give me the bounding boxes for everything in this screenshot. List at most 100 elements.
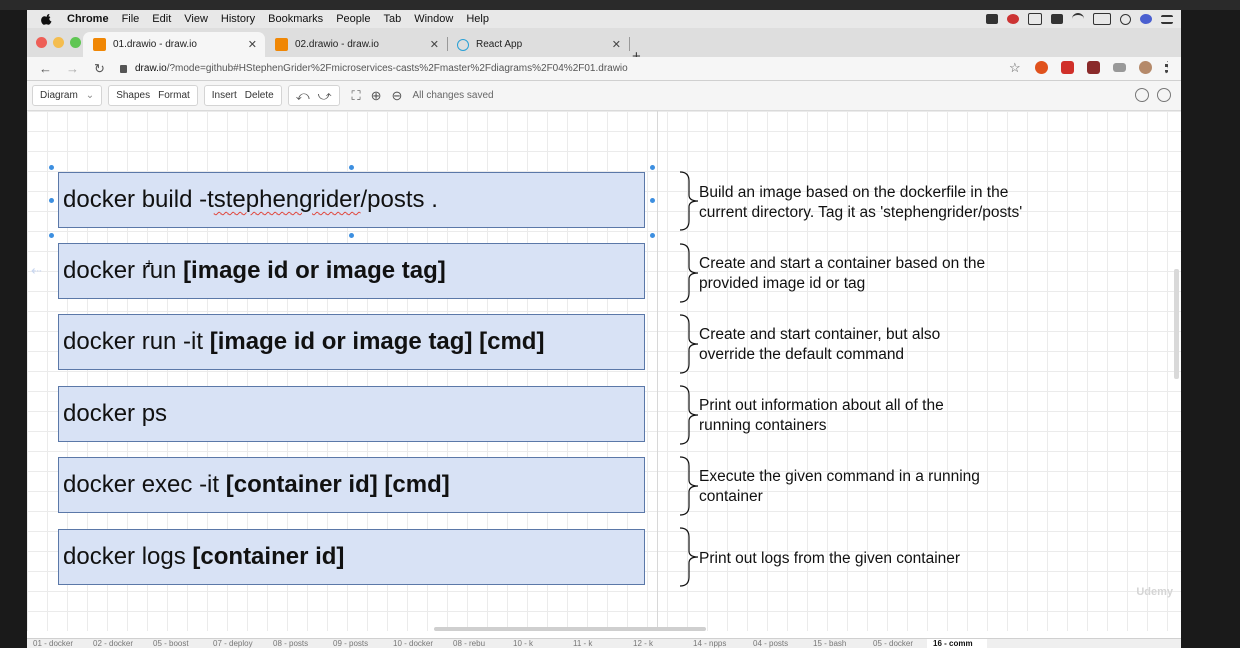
page-tab[interactable]: 01 - docker (27, 639, 87, 648)
tab-react-app[interactable]: React App ✕ (447, 32, 630, 57)
vertical-scrollbar[interactable] (1174, 269, 1179, 379)
command-box-6[interactable]: docker logs [container id] (58, 529, 645, 585)
menu-bookmarks[interactable]: Bookmarks (268, 13, 323, 25)
fullscreen-icon[interactable]: ⛶ (352, 88, 361, 104)
menu-view[interactable]: View (184, 13, 208, 25)
command-box-4[interactable]: docker ps (58, 386, 645, 442)
menu-window[interactable]: Window (414, 13, 453, 25)
tray-icon[interactable] (1007, 14, 1019, 24)
siri-icon[interactable] (1140, 14, 1152, 24)
extension-icon[interactable] (1035, 61, 1048, 74)
page-tab[interactable]: 05 - boost (147, 639, 207, 648)
connect-arrow-icon[interactable]: ⇠ (31, 263, 42, 279)
shapes-button[interactable]: Shapes (116, 90, 150, 101)
menu-help[interactable]: Help (466, 13, 489, 25)
description-6[interactable]: Print out logs from the given container (699, 549, 960, 569)
notification-list-icon[interactable] (1161, 14, 1173, 24)
menu-history[interactable]: History (221, 13, 255, 25)
extension-icon[interactable] (1087, 61, 1100, 74)
wifi-icon[interactable] (1072, 13, 1084, 25)
description-5[interactable]: Execute the given command in a running c… (699, 467, 980, 507)
delete-button[interactable]: Delete (245, 90, 274, 101)
description-line: override the default command (699, 346, 905, 363)
command-box-1[interactable]: docker build -t stephengrider/posts . (58, 172, 645, 228)
close-tab-icon[interactable]: ✕ (612, 38, 621, 51)
user-icon[interactable] (1135, 88, 1149, 102)
description-2[interactable]: Create and start a container based on th… (699, 254, 985, 294)
page-tab[interactable]: 14 - npps (687, 639, 747, 648)
resize-handle[interactable] (650, 198, 655, 203)
resize-handle[interactable] (349, 165, 354, 170)
resize-handle[interactable] (49, 165, 54, 170)
command-text: docker run (63, 257, 184, 284)
page-tab-active[interactable]: 16 - comm (927, 639, 987, 648)
menu-file[interactable]: File (122, 13, 140, 25)
apple-icon[interactable] (41, 13, 53, 25)
close-tab-icon[interactable]: ✕ (430, 38, 439, 51)
tab-02-drawio[interactable]: 02.drawio - draw.io ✕ (265, 32, 448, 57)
undo-icon[interactable]: ⤺ (296, 88, 310, 104)
menu-tab[interactable]: Tab (383, 13, 401, 25)
more-menu-icon[interactable] (1165, 61, 1171, 74)
bookmark-star-icon[interactable]: ☆ (1009, 61, 1022, 74)
reload-icon[interactable]: ↻ (91, 61, 108, 77)
save-status: All changes saved (412, 90, 494, 101)
status-tray (986, 10, 1173, 28)
extension-icon[interactable] (1061, 61, 1074, 74)
insert-button[interactable]: Insert (212, 90, 237, 101)
horizontal-scrollbar[interactable] (434, 627, 706, 631)
description-1[interactable]: Build an image based on the dockerfile i… (699, 183, 1022, 223)
zoom-out-icon[interactable]: ⊖ (392, 88, 403, 104)
globe-icon[interactable] (1157, 88, 1171, 102)
glasses-icon[interactable] (1028, 13, 1042, 25)
command-box-3[interactable]: docker run -it [image id or image tag] [… (58, 314, 645, 370)
page-tab[interactable]: 09 - posts (327, 639, 387, 648)
reader-icon[interactable] (1113, 63, 1126, 72)
diagram-canvas[interactable]: docker build -t stephengrider/posts . do… (27, 111, 1181, 631)
zoom-in-icon[interactable]: ⊕ (371, 88, 382, 104)
resize-handle[interactable] (650, 165, 655, 170)
resize-handle[interactable] (349, 233, 354, 238)
page-tab[interactable]: 08 - posts (267, 639, 327, 648)
page-tab[interactable]: 15 - bash (807, 639, 867, 648)
page-tab[interactable]: 12 - k (627, 639, 687, 648)
command-box-5[interactable]: docker exec -it [container id] [cmd] (58, 457, 645, 513)
description-3[interactable]: Create and start container, but also ove… (699, 325, 940, 365)
menu-people[interactable]: People (336, 13, 370, 25)
resize-handle[interactable] (650, 233, 655, 238)
close-tab-icon[interactable]: ✕ (248, 38, 257, 51)
battery-icon[interactable] (1093, 13, 1111, 25)
page-tab[interactable]: 02 - docker (87, 639, 147, 648)
page-tab[interactable]: 08 - rebu (447, 639, 507, 648)
command-box-2[interactable]: docker run [image id or image tag] (58, 243, 645, 299)
resize-handle[interactable] (49, 198, 54, 203)
tab-title: React App (476, 39, 523, 50)
back-icon[interactable]: ← (37, 61, 54, 76)
resize-handle[interactable] (49, 233, 54, 238)
page-tab[interactable]: 04 - posts (747, 639, 807, 648)
menu-edit[interactable]: Edit (152, 13, 171, 25)
page-tab[interactable]: 05 - docker (867, 639, 927, 648)
page-tab[interactable]: 11 - k (567, 639, 627, 648)
address-bar-row: ← → ↻ draw.io /?mode=github#HStephenGrid… (27, 57, 1181, 81)
format-button[interactable]: Format (158, 90, 190, 101)
page-tab[interactable]: 10 - k (507, 639, 567, 648)
menu-chrome[interactable]: Chrome (67, 13, 109, 25)
window-controls (36, 37, 81, 48)
description-line: running containers (699, 417, 827, 434)
tab-01-drawio[interactable]: 01.drawio - draw.io ✕ (83, 32, 265, 57)
maximize-window-button[interactable] (70, 37, 81, 48)
url-field[interactable]: draw.io /?mode=github#HStephenGrider%2Fm… (120, 63, 628, 74)
profile-avatar[interactable] (1139, 61, 1152, 74)
description-4[interactable]: Print out information about all of the r… (699, 396, 944, 436)
search-icon[interactable] (1120, 13, 1131, 25)
tray-icon[interactable] (986, 14, 998, 24)
close-window-button[interactable] (36, 37, 47, 48)
diagram-menu-button[interactable]: Diagram ⌄ (32, 85, 103, 106)
forward-icon[interactable]: → (64, 61, 81, 76)
page-tab[interactable]: 10 - docker (387, 639, 447, 648)
redo-icon[interactable]: ⤻ (318, 88, 332, 104)
tray-icon[interactable] (1051, 14, 1063, 24)
minimize-window-button[interactable] (53, 37, 64, 48)
page-tab[interactable]: 07 - deploy (207, 639, 267, 648)
